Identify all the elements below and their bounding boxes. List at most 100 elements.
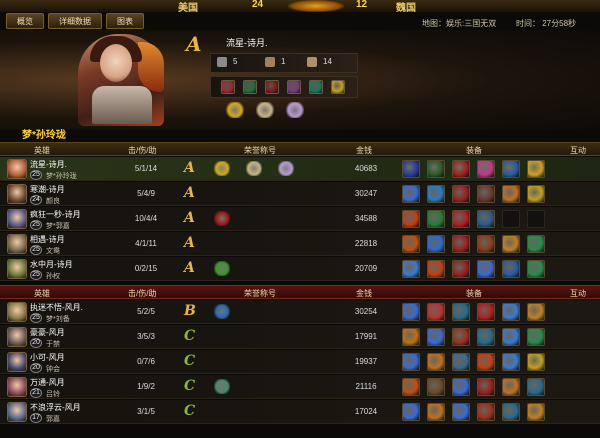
equipment-slot[interactable] — [527, 378, 545, 396]
honor-badge-icon[interactable] — [214, 211, 230, 226]
equipment-slot[interactable] — [527, 235, 545, 253]
table-row[interactable]: 执迷不悟-风月. 25 梦*刘备 5/2/5 B 30254 — [0, 300, 600, 324]
equipment-slot[interactable] — [477, 185, 495, 203]
featured-equipment-slot[interactable] — [309, 80, 323, 94]
featured-equipment-slot[interactable] — [287, 80, 301, 94]
avatar — [7, 234, 27, 254]
equipment-slot[interactable] — [452, 403, 470, 421]
equipment-slot[interactable] — [502, 303, 520, 321]
equipment-slot[interactable] — [427, 160, 445, 178]
equipment-slot[interactable] — [502, 260, 520, 278]
table-row[interactable]: 相遇-诗月 25 文鸯 4/1/11 A 22818 — [0, 232, 600, 256]
table-row[interactable]: 不浪浮云-风月 17 郭嘉 3/1/5 C 17024 — [0, 400, 600, 424]
equipment-slot[interactable] — [452, 353, 470, 371]
equipment-slot[interactable] — [452, 185, 470, 203]
equipment-slot[interactable] — [452, 235, 470, 253]
equipment-slot[interactable] — [527, 260, 545, 278]
equipment-slot[interactable] — [477, 303, 495, 321]
equipment-slot[interactable] — [477, 328, 495, 346]
featured-equipment-slot[interactable] — [331, 80, 345, 94]
table-row[interactable]: 豪豪-风月 20 于禁 3/5/3 C 17991 — [0, 325, 600, 349]
equipment-slot[interactable] — [427, 185, 445, 203]
equipment-slot[interactable] — [502, 378, 520, 396]
avatar — [7, 209, 27, 229]
equipment-slot[interactable] — [477, 353, 495, 371]
equipment-slot[interactable] — [402, 378, 420, 396]
featured-equipment-slot[interactable] — [221, 80, 235, 94]
hero-level-badge: 20 — [30, 363, 42, 373]
equipment-slot[interactable] — [402, 328, 420, 346]
gold-value: 21116 — [355, 382, 377, 391]
empty-equipment-slot[interactable] — [502, 210, 520, 228]
equipment-slot[interactable] — [427, 235, 445, 253]
equipment-slot[interactable] — [402, 403, 420, 421]
table-row[interactable]: 疯狂一秒-诗月 25 梦*郭嘉 10/4/4 A 34588 — [0, 207, 600, 231]
equipment-slot[interactable] — [402, 260, 420, 278]
equipment-slot[interactable] — [427, 303, 445, 321]
tab-detail-data[interactable]: 详细数据 — [48, 13, 102, 29]
equipment-slot[interactable] — [427, 260, 445, 278]
equipment-slot[interactable] — [502, 328, 520, 346]
equipment-slot[interactable] — [527, 328, 545, 346]
equipment-slot[interactable] — [402, 353, 420, 371]
equipment-slot[interactable] — [477, 260, 495, 278]
equipment-slot[interactable] — [427, 403, 445, 421]
equipment-slot[interactable] — [402, 303, 420, 321]
featured-equipment-slot[interactable] — [243, 80, 257, 94]
featured-equipment-slot[interactable] — [265, 80, 279, 94]
equipment-slot[interactable] — [477, 403, 495, 421]
equipment-slot[interactable] — [502, 403, 520, 421]
equipment-slot[interactable] — [527, 185, 545, 203]
table-row[interactable]: 水中月-诗月 25 孙权 0/2/15 A 20709 — [0, 257, 600, 281]
honor-badge-icon[interactable] — [256, 102, 274, 118]
equipment-slot[interactable] — [527, 353, 545, 371]
honor-badge-icon[interactable] — [214, 261, 230, 276]
equipment-slot[interactable] — [402, 210, 420, 228]
kda-value: 5/4/9 — [137, 189, 155, 198]
equipment-slot[interactable] — [427, 328, 445, 346]
tab-overview[interactable]: 概览 — [6, 13, 44, 29]
equipment-slot[interactable] — [452, 328, 470, 346]
honor-badge-icon[interactable] — [214, 304, 230, 319]
honor-badge-icon[interactable] — [286, 102, 304, 118]
equipment-slot[interactable] — [452, 260, 470, 278]
honor-badge-icon[interactable] — [214, 161, 230, 176]
team-left-score: 24 — [252, 0, 264, 10]
equipment-slot[interactable] — [502, 185, 520, 203]
equipment-slot[interactable] — [502, 235, 520, 253]
hero-name: 孙权 — [46, 273, 60, 280]
equipment-slot[interactable] — [477, 210, 495, 228]
table-row[interactable]: 寒潮-诗月 24 颜良 5/4/9 A 30247 — [0, 182, 600, 206]
rank-grade: C — [184, 353, 196, 369]
honor-badge-icon[interactable] — [214, 379, 230, 394]
equipment-slot[interactable] — [527, 160, 545, 178]
equipment-slot[interactable] — [477, 235, 495, 253]
equipment-slot[interactable] — [427, 378, 445, 396]
honor-badge-icon[interactable] — [226, 102, 244, 118]
equipment-slot[interactable] — [527, 403, 545, 421]
table-row[interactable]: 流星-诗月. 25 梦*孙玲珑 5/1/14 A 40683 — [0, 157, 600, 181]
empty-equipment-slot[interactable] — [527, 210, 545, 228]
equipment-slot[interactable] — [477, 160, 495, 178]
equipment-slot[interactable] — [502, 160, 520, 178]
equipment-slot[interactable] — [477, 378, 495, 396]
hero-level-badge: 25 — [30, 220, 42, 230]
honor-badge-icon[interactable] — [278, 161, 294, 176]
equipment-slot[interactable] — [402, 160, 420, 178]
tab-charts[interactable]: 图表 — [106, 13, 144, 29]
table-row[interactable]: 小可-风月 20 钟会 0/7/6 C 19937 — [0, 350, 600, 374]
equipment-slot[interactable] — [452, 160, 470, 178]
equipment-slot[interactable] — [452, 303, 470, 321]
equipment-slot[interactable] — [402, 185, 420, 203]
equipment-slot[interactable] — [427, 210, 445, 228]
equipment-slot[interactable] — [502, 353, 520, 371]
table-row[interactable]: 万通-风月 21 吕铃 1/9/2 C 21116 — [0, 375, 600, 399]
equipment-slot[interactable] — [402, 235, 420, 253]
equipment-slot[interactable] — [452, 378, 470, 396]
col-honor: 荣誉称号 — [244, 289, 276, 298]
equipment-slot[interactable] — [452, 210, 470, 228]
equipment-slot[interactable] — [427, 353, 445, 371]
honor-badge-icon[interactable] — [246, 161, 262, 176]
gold-value: 30254 — [354, 307, 378, 316]
equipment-slot[interactable] — [527, 303, 545, 321]
